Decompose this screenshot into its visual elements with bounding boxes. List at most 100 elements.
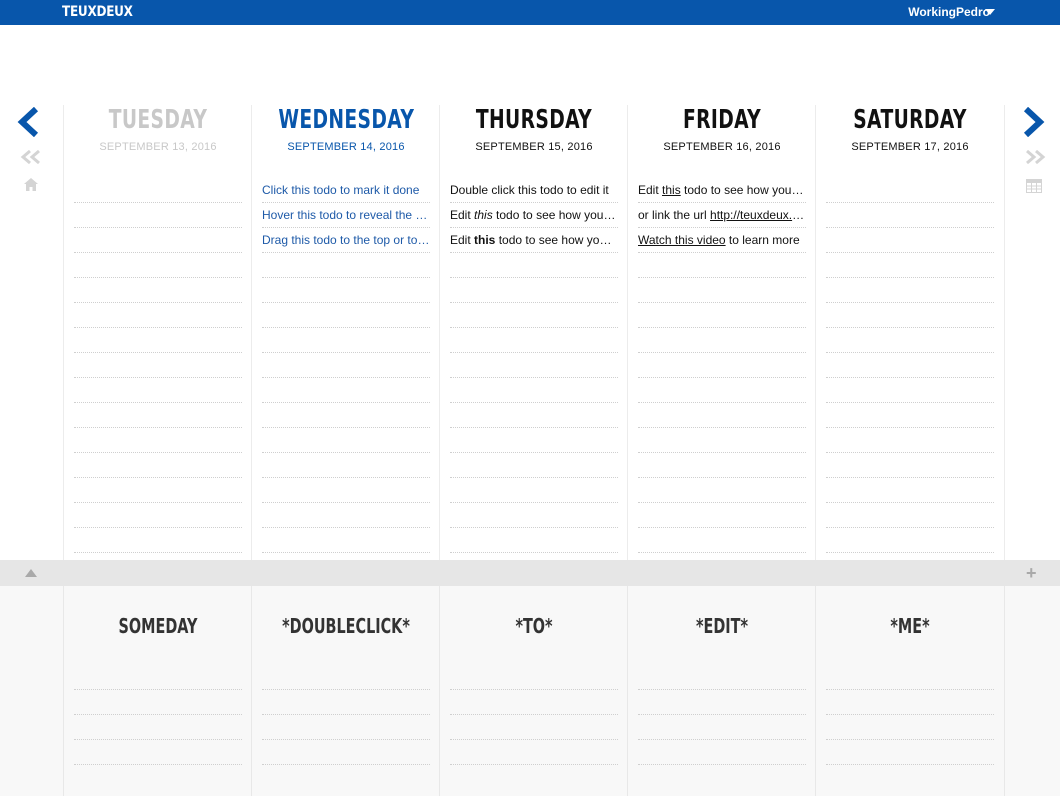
todo-slot[interactable]	[74, 228, 242, 253]
todo-slot[interactable]	[450, 478, 618, 503]
todo-slot[interactable]	[450, 715, 618, 740]
todo-slot[interactable]	[450, 353, 618, 378]
todo-slot[interactable]	[262, 253, 430, 278]
todo-slot[interactable]	[74, 303, 242, 328]
todo-slot[interactable]	[826, 303, 994, 328]
todo-slot[interactable]	[638, 328, 806, 353]
todo-link[interactable]: http://teuxdeux.com	[710, 208, 806, 222]
todo-slot[interactable]	[262, 690, 430, 715]
todo-slot[interactable]	[450, 690, 618, 715]
todo-link[interactable]: this	[662, 183, 681, 197]
todo-slot[interactable]	[450, 428, 618, 453]
todo-slot[interactable]	[826, 178, 994, 203]
todo-item[interactable]: Drag this todo to the top or to another …	[262, 228, 430, 253]
todo-item[interactable]: Click this todo to mark it done	[262, 178, 430, 203]
double-chevron-right-icon[interactable]	[1024, 149, 1046, 169]
todo-slot[interactable]	[826, 453, 994, 478]
todo-slot[interactable]	[262, 403, 430, 428]
todo-item[interactable]: Double click this todo to edit it	[450, 178, 618, 203]
todo-slot[interactable]	[450, 403, 618, 428]
todo-slot[interactable]	[450, 303, 618, 328]
todo-slot[interactable]	[638, 278, 806, 303]
someday-divider-bar[interactable]	[0, 560, 1060, 586]
todo-slot[interactable]	[638, 378, 806, 403]
todo-link[interactable]: Watch this video	[638, 233, 726, 247]
todo-slot[interactable]	[262, 428, 430, 453]
todo-item[interactable]: Hover this todo to reveal the menu	[262, 203, 430, 228]
todo-slot[interactable]	[826, 203, 994, 228]
todo-slot[interactable]	[450, 503, 618, 528]
todo-slot[interactable]	[638, 428, 806, 453]
todo-slot[interactable]	[826, 503, 994, 528]
todo-slot[interactable]	[826, 690, 994, 715]
todo-slot[interactable]	[638, 403, 806, 428]
todo-slot[interactable]	[826, 253, 994, 278]
todo-slot[interactable]	[262, 328, 430, 353]
todo-slot[interactable]	[74, 428, 242, 453]
todo-slot[interactable]	[262, 353, 430, 378]
todo-slot[interactable]	[638, 690, 806, 715]
todo-slot[interactable]	[638, 528, 806, 553]
plus-icon[interactable]: +	[1026, 564, 1037, 582]
home-icon[interactable]	[24, 178, 38, 196]
todo-slot[interactable]	[638, 503, 806, 528]
todo-slot[interactable]	[638, 453, 806, 478]
todo-slot[interactable]	[638, 740, 806, 765]
chevron-right-icon[interactable]	[1020, 106, 1050, 142]
todo-slot[interactable]	[450, 665, 618, 690]
todo-slot[interactable]	[74, 528, 242, 553]
app-logo[interactable]: TEUXDEUX	[62, 4, 133, 20]
triangle-up-icon[interactable]	[25, 569, 37, 577]
calendar-icon[interactable]	[1026, 179, 1042, 198]
todo-slot[interactable]	[826, 353, 994, 378]
todo-slot[interactable]	[262, 503, 430, 528]
user-menu[interactable]: WorkingPedro	[908, 5, 990, 19]
todo-slot[interactable]	[450, 253, 618, 278]
todo-slot[interactable]	[74, 278, 242, 303]
todo-slot[interactable]	[826, 528, 994, 553]
todo-slot[interactable]	[74, 403, 242, 428]
todo-item[interactable]: or link the url http://teuxdeux.com	[638, 203, 806, 228]
todo-slot[interactable]	[826, 740, 994, 765]
todo-slot[interactable]	[74, 378, 242, 403]
todo-slot[interactable]	[74, 665, 242, 690]
someday-list-title[interactable]: *ME*	[842, 614, 977, 638]
chevron-left-icon[interactable]	[14, 106, 44, 142]
todo-item[interactable]: Edit this todo to see how you can add li…	[638, 178, 806, 203]
todo-slot[interactable]	[638, 665, 806, 690]
todo-slot[interactable]	[638, 715, 806, 740]
todo-slot[interactable]	[826, 403, 994, 428]
todo-slot[interactable]	[450, 378, 618, 403]
todo-slot[interactable]	[262, 665, 430, 690]
todo-slot[interactable]	[262, 715, 430, 740]
todo-slot[interactable]	[638, 478, 806, 503]
todo-slot[interactable]	[74, 715, 242, 740]
todo-slot[interactable]	[826, 228, 994, 253]
todo-slot[interactable]	[826, 278, 994, 303]
todo-slot[interactable]	[74, 178, 242, 203]
todo-slot[interactable]	[74, 453, 242, 478]
todo-item[interactable]: Watch this video to learn more	[638, 228, 806, 253]
todo-slot[interactable]	[826, 478, 994, 503]
someday-list-title[interactable]: *EDIT*	[654, 614, 789, 638]
todo-slot[interactable]	[638, 353, 806, 378]
todo-slot[interactable]	[262, 453, 430, 478]
todo-slot[interactable]	[826, 328, 994, 353]
todo-slot[interactable]	[74, 328, 242, 353]
chevron-down-icon[interactable]	[985, 9, 995, 15]
todo-slot[interactable]	[826, 428, 994, 453]
todo-slot[interactable]	[450, 528, 618, 553]
todo-slot[interactable]	[74, 740, 242, 765]
todo-slot[interactable]	[826, 665, 994, 690]
todo-slot[interactable]	[450, 740, 618, 765]
todo-slot[interactable]	[74, 203, 242, 228]
someday-list-title[interactable]: *TO*	[466, 614, 601, 638]
todo-slot[interactable]	[638, 253, 806, 278]
todo-slot[interactable]	[74, 478, 242, 503]
todo-slot[interactable]	[74, 503, 242, 528]
todo-slot[interactable]	[74, 253, 242, 278]
todo-slot[interactable]	[262, 478, 430, 503]
todo-item[interactable]: Edit this todo to see how you can use ma…	[450, 228, 618, 253]
todo-slot[interactable]	[74, 690, 242, 715]
todo-slot[interactable]	[262, 278, 430, 303]
